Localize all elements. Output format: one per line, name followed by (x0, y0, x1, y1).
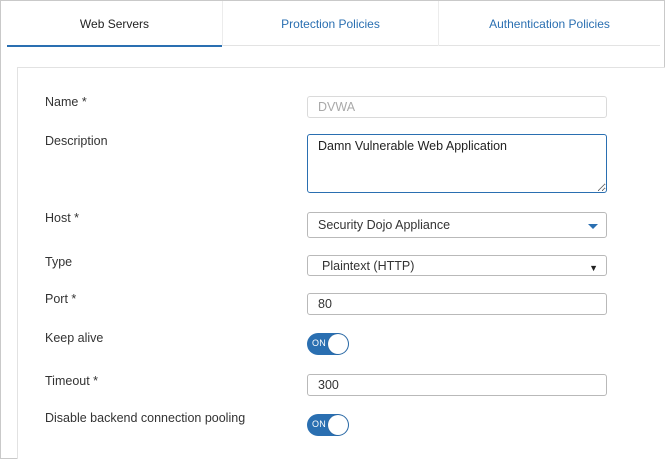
keep-alive-toggle-text: ON (312, 338, 326, 348)
tab-authentication-policies[interactable]: Authentication Policies (439, 1, 660, 46)
toggle-knob (328, 415, 348, 435)
port-label: Port * (45, 292, 77, 306)
type-select[interactable]: Plaintext (HTTP) ▼ (307, 255, 607, 276)
pooling-toggle-text: ON (312, 419, 326, 429)
triangle-down-icon: ▼ (589, 263, 598, 273)
tab-bar: Web Servers Protection Policies Authenti… (7, 1, 660, 47)
pooling-toggle[interactable]: ON (307, 414, 349, 436)
keep-alive-label: Keep alive (45, 331, 104, 345)
tab-authentication-policies-label: Authentication Policies (489, 16, 610, 31)
name-input[interactable] (307, 96, 607, 118)
name-label: Name * (45, 95, 87, 109)
toggle-knob (328, 334, 348, 354)
tab-protection-policies[interactable]: Protection Policies (223, 1, 439, 46)
type-select-value: Plaintext (HTTP) (322, 258, 415, 273)
timeout-input[interactable] (307, 374, 607, 396)
tab-web-servers[interactable]: Web Servers (7, 1, 223, 47)
caret-down-icon (588, 224, 598, 229)
tab-protection-policies-label: Protection Policies (281, 16, 380, 31)
keep-alive-toggle[interactable]: ON (307, 333, 349, 355)
pooling-label: Disable backend connection pooling (45, 411, 246, 425)
host-select-value: Security Dojo Appliance (318, 218, 451, 232)
timeout-label: Timeout * (45, 374, 99, 388)
host-label: Host * (45, 211, 80, 225)
description-label: Description (45, 134, 108, 148)
description-textarea[interactable] (307, 134, 607, 193)
tab-web-servers-label: Web Servers (79, 16, 150, 31)
host-select[interactable]: Security Dojo Appliance (307, 212, 607, 238)
port-input[interactable] (307, 293, 607, 315)
window-frame: Web Servers Protection Policies Authenti… (0, 0, 665, 459)
type-label: Type (45, 255, 73, 269)
